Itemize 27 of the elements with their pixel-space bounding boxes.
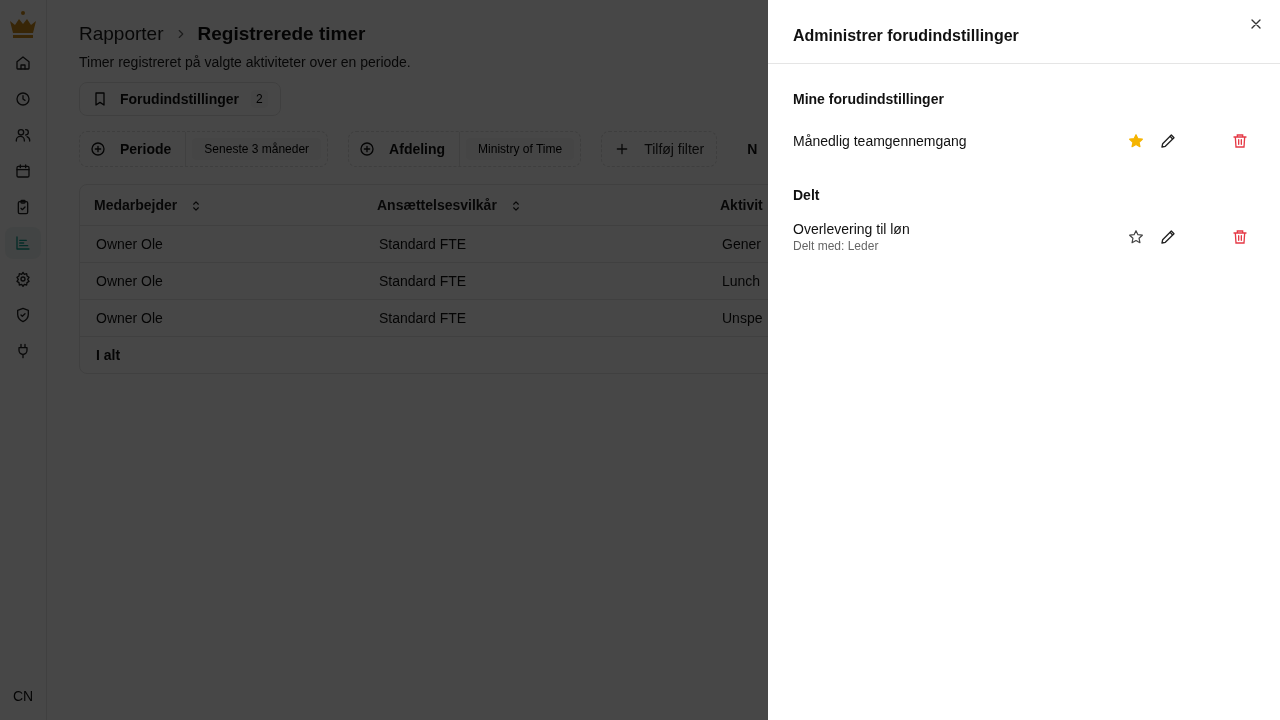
table-cell: Gener	[722, 236, 761, 252]
table-cell: Owner Ole	[96, 236, 163, 252]
table-cell: Unspe	[722, 310, 763, 326]
preset-name[interactable]: Månedlig teamgennemgang	[793, 133, 1127, 149]
preset-name[interactable]: Overlevering til løn	[793, 221, 1127, 237]
delete-button[interactable]	[1231, 132, 1249, 150]
toolbar-text: N	[747, 141, 758, 157]
delete-button[interactable]	[1231, 228, 1249, 246]
table-cell: Standard FTE	[379, 273, 467, 289]
edit-button[interactable]	[1159, 132, 1177, 150]
table-cell: Lunch	[722, 273, 761, 289]
table-cell: Owner Ole	[96, 310, 163, 326]
section-title: Delt	[793, 187, 821, 203]
table-cell: Standard FTE	[379, 236, 467, 252]
table-cell: Standard FTE	[379, 310, 467, 326]
table-cell: Owner Ole	[96, 273, 163, 289]
star-button[interactable]	[1127, 132, 1145, 150]
drawer-title: Administrer forudindstillinger	[793, 26, 1019, 45]
page-subtitle: Timer registreret på valgte aktiviteter over en periode.	[79, 54, 412, 70]
total-label: I alt	[96, 347, 121, 363]
page-title: Registrerede timer	[197, 23, 366, 45]
shared-with-text: Delt med: Leder	[793, 239, 880, 253]
section-title: Mine forudindstillinger	[793, 91, 945, 107]
star-button[interactable]	[1127, 228, 1145, 246]
edit-button[interactable]	[1159, 228, 1177, 246]
breadcrumb-link[interactable]: Rapporter	[79, 23, 164, 45]
user-initials[interactable]: CN	[12, 688, 34, 704]
